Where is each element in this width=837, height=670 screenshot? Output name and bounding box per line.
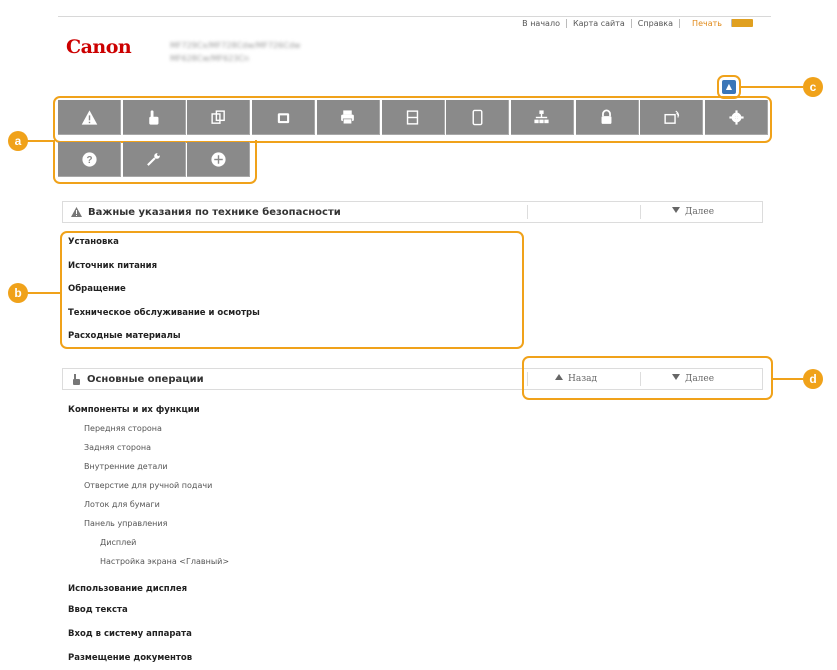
subtopic-link[interactable]: Передняя сторона [84, 424, 162, 433]
model-name: MF729Cx/MF728Cdw/MF726Cdw MF628Cw/MF623C… [170, 39, 330, 65]
safety-section-bar: Важные указания по технике безопасности [62, 201, 763, 223]
nav-highlight [522, 356, 773, 400]
warning-icon [71, 207, 82, 217]
subtopic-link[interactable]: Лоток для бумаги [84, 500, 160, 509]
basic-ops-title: Основные операции [87, 373, 204, 385]
canon-logo[interactable]: Canon [66, 36, 132, 58]
help-link[interactable]: Справка [630, 19, 679, 28]
security-icon [601, 109, 612, 124]
settings-button[interactable] [705, 100, 768, 135]
fax-button[interactable] [252, 100, 316, 135]
plus-icon [211, 151, 226, 167]
model-line-1: MF729Cx/MF728Cdw/MF726Cdw [170, 41, 301, 50]
subtopic-link[interactable]: Дисплей [100, 538, 136, 547]
safety-link[interactable]: Источник питания [68, 261, 157, 271]
callout-c: c [803, 77, 823, 97]
sitemap-link[interactable]: Карта сайта [565, 19, 631, 28]
network-button[interactable] [510, 100, 574, 135]
divider [527, 205, 528, 219]
hand-icon [149, 109, 159, 125]
next-label: Далее [685, 207, 715, 217]
down-arrow-icon [672, 207, 680, 213]
fax-icon [277, 112, 289, 123]
remote-ui-icon [664, 110, 679, 124]
print-label: Печать [692, 19, 722, 28]
topic-link[interactable]: Использование дисплея [68, 584, 187, 594]
topic-link[interactable]: Ввод текста [68, 605, 128, 615]
warning-button[interactable] [58, 100, 121, 135]
mobile-button[interactable] [446, 100, 510, 135]
svg-text:?: ? [86, 155, 92, 166]
home-link[interactable]: В начало [516, 19, 566, 28]
safety-link[interactable]: Обращение [68, 284, 126, 294]
print-icon [731, 19, 753, 27]
model-line-2: MF628Cw/MF623Cn [170, 54, 250, 63]
print-button[interactable] [316, 100, 380, 135]
network-icon [534, 109, 549, 123]
copy-button[interactable] [187, 100, 251, 135]
subtopic-link[interactable]: Отверстие для ручной подачи [84, 481, 212, 490]
remote-ui-button[interactable] [640, 100, 704, 135]
scan-icon [406, 109, 419, 125]
toc-button[interactable]: ▲ [722, 80, 736, 94]
safety-next-button[interactable]: Далее [672, 207, 714, 217]
top-navigation: В начало Карта сайта Справка Печать [516, 19, 759, 28]
wrench-icon [147, 152, 161, 166]
subtopic-link[interactable]: Задняя сторона [84, 443, 151, 452]
copy-icon [211, 109, 225, 124]
callout-b: b [8, 283, 28, 303]
print-icon [341, 109, 355, 124]
hand-button[interactable] [122, 100, 186, 135]
safety-link[interactable]: Расходные материалы [68, 331, 181, 341]
topic-link[interactable]: Вход в систему аппарата [68, 629, 192, 639]
print-link[interactable]: Печать [679, 19, 759, 28]
scan-button[interactable] [381, 100, 445, 135]
security-button[interactable] [575, 100, 639, 135]
subtopic-link[interactable]: Панель управления [84, 519, 167, 528]
safety-section-title: Важные указания по технике безопасности [88, 206, 341, 218]
warning-icon [81, 109, 97, 125]
safety-link[interactable]: Техническое обслуживание и осмотры [68, 308, 260, 318]
callout-c-line [741, 86, 803, 88]
subtopic-link[interactable]: Настройка экрана <Главный> [100, 557, 229, 566]
hand-icon [73, 373, 80, 385]
safety-link[interactable]: Установка [68, 237, 119, 247]
help-icon: ? [81, 151, 97, 167]
topic-link[interactable]: Компоненты и их функции [68, 405, 200, 415]
divider [640, 205, 641, 219]
mobile-icon [472, 109, 483, 125]
callout-d-line [773, 378, 803, 380]
callout-d: d [803, 369, 823, 389]
help-button[interactable]: ? [58, 142, 121, 177]
topic-link[interactable]: Размещение документов [68, 653, 192, 663]
callout-a: a [8, 131, 28, 151]
settings-icon [728, 109, 744, 125]
wrench-button[interactable] [122, 142, 186, 177]
subtopic-link[interactable]: Внутренние детали [84, 462, 168, 471]
plus-button[interactable] [187, 142, 251, 177]
